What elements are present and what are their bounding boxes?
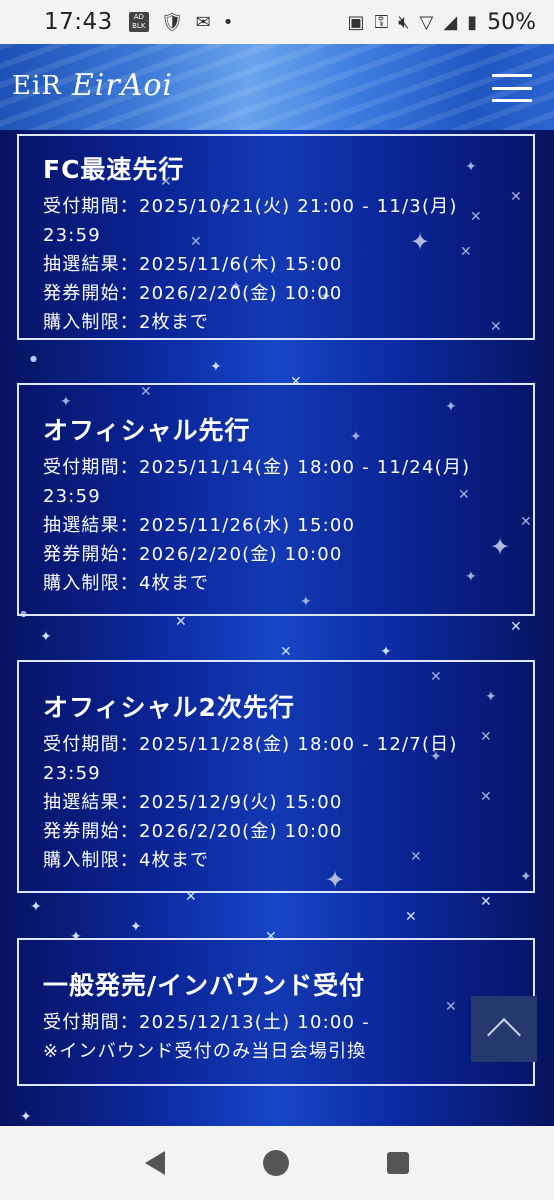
- card-line: 購入制限：4枚まで: [43, 573, 210, 594]
- status-bar: 17:43 AD BLK 🛡︎ ✉ • ▣ ⚿ 🔇︎ ▽ ◢ ▮ 50%: [0, 0, 554, 44]
- logo-mark: EiR: [12, 70, 62, 101]
- site-logo[interactable]: EiR EirAoi: [12, 68, 173, 103]
- card-line: 発券開始：2026/2/20(金) 10:00: [43, 544, 343, 565]
- card-title: FC最速先行: [43, 155, 185, 184]
- system-nav-bar: [0, 1126, 554, 1200]
- card-line: 23:59: [43, 763, 101, 784]
- ad-block-icon: AD BLK: [128, 12, 149, 32]
- logo-text: EirAoi: [71, 68, 174, 103]
- card-line: 受付期間：2025/12/13(土) 10:00 -: [43, 1012, 370, 1033]
- card-line: 23:59: [43, 486, 101, 507]
- home-icon[interactable]: [263, 1150, 289, 1176]
- chevron-up-icon: [487, 1018, 521, 1052]
- battery-icon: ▮: [467, 11, 478, 33]
- signal-icon: ◢: [443, 11, 458, 33]
- card-line: 抽選結果：2025/11/26(水) 15:00: [43, 515, 356, 536]
- card-general-sale: 一般発売/インバウンド受付 受付期間：2025/12/13(土) 10:00 -…: [17, 938, 535, 1086]
- scroll-to-top-button[interactable]: [471, 996, 537, 1062]
- card-fc-presale: FC最速先行 受付期間：2025/10/21(火) 21:00 - 11/3(月…: [17, 134, 535, 340]
- card-line: 発券開始：2026/2/20(金) 10:00: [43, 283, 343, 304]
- dot-icon: •: [222, 11, 234, 33]
- card-title: オフィシャル2次先行: [43, 693, 295, 722]
- shield-icon: 🛡︎: [160, 11, 184, 33]
- card-line: 抽選結果：2025/11/6(木) 15:00: [43, 254, 343, 275]
- menu-icon[interactable]: [492, 74, 532, 102]
- wifi-icon: ▽: [419, 11, 434, 33]
- card-line: 購入制限：4枚まで: [43, 850, 210, 871]
- key-icon: ⚿: [374, 11, 389, 33]
- battery-level: 50%: [487, 9, 536, 35]
- card-line: 受付期間：2025/11/28(金) 18:00 - 12/7(日): [43, 734, 458, 755]
- card-line: 受付期間：2025/11/14(金) 18:00 - 11/24(月): [43, 457, 471, 478]
- status-time: 17:43: [44, 9, 113, 35]
- card-official-second-presale: オフィシャル2次先行 受付期間：2025/11/28(金) 18:00 - 12…: [17, 660, 535, 893]
- ticket-info-section: ✦ ✕ ✦ ✕ ✕ ✦ ✕ ✕ ✦ ✦ ✕ ● ✦ ✕ ✕ ✦ ✦ ✦ ✦ ✕ …: [0, 130, 554, 1126]
- recent-apps-icon[interactable]: [387, 1152, 409, 1174]
- card-line: 受付期間：2025/10/21(火) 21:00 - 11/3(月): [43, 196, 458, 217]
- card-line: 購入制限：2枚まで: [43, 312, 210, 333]
- mail-icon: ✉: [195, 11, 211, 33]
- card-official-presale: オフィシャル先行 受付期間：2025/11/14(金) 18:00 - 11/2…: [17, 383, 535, 616]
- card-line: 23:59: [43, 225, 101, 246]
- site-header: EiR EirAoi: [0, 44, 554, 130]
- card-line: 発券開始：2026/2/20(金) 10:00: [43, 821, 343, 842]
- card-line: ※インバウンド受付のみ当日会場引換: [43, 1041, 367, 1062]
- mute-icon: 🔇︎: [398, 11, 410, 33]
- card-line: 抽選結果：2025/12/9(火) 15:00: [43, 792, 343, 813]
- nfc-icon: ▣: [347, 11, 365, 33]
- card-title: 一般発売/インバウンド受付: [43, 971, 366, 1000]
- card-title: オフィシャル先行: [43, 416, 251, 445]
- back-icon[interactable]: [145, 1151, 165, 1175]
